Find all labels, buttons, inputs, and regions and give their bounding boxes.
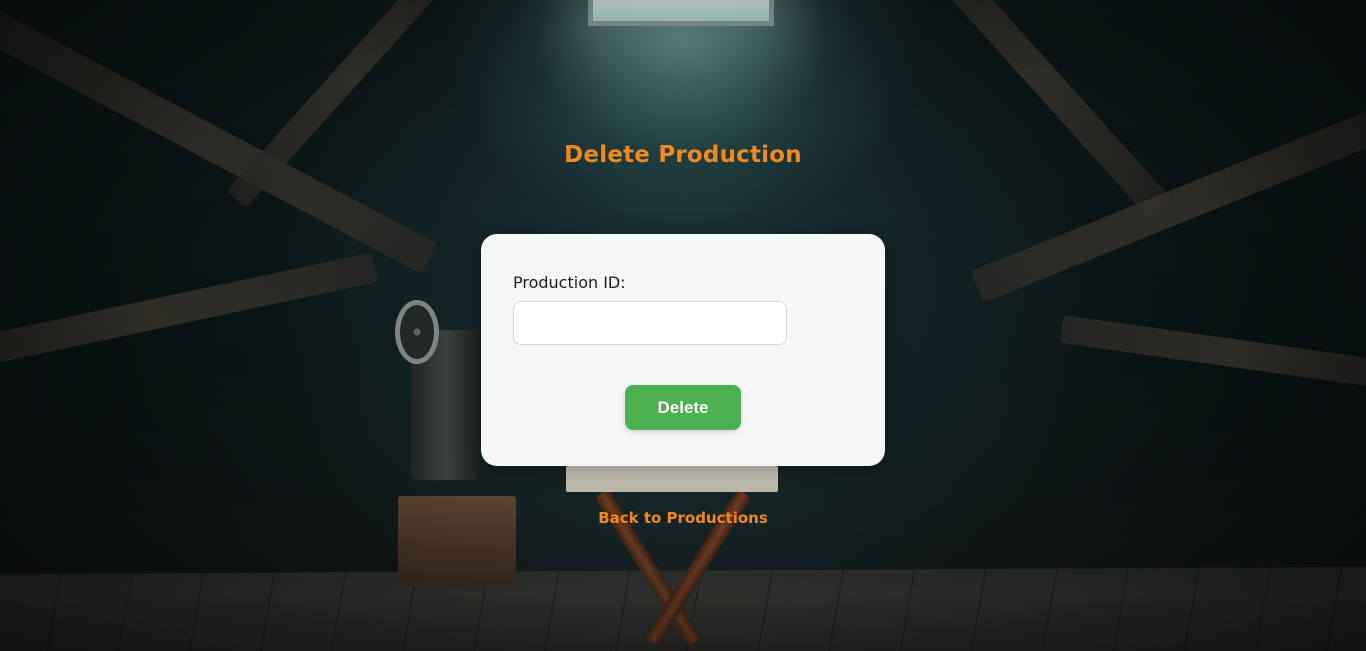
back-link-container: Back to Productions [0,508,1366,527]
production-id-input[interactable] [513,301,787,345]
back-to-productions-link[interactable]: Back to Productions [598,509,768,527]
page-title: Delete Production [564,142,802,168]
production-id-label: Production ID: [513,273,626,292]
delete-button[interactable]: Delete [625,385,741,430]
delete-production-form: Production ID: Delete [481,234,885,466]
